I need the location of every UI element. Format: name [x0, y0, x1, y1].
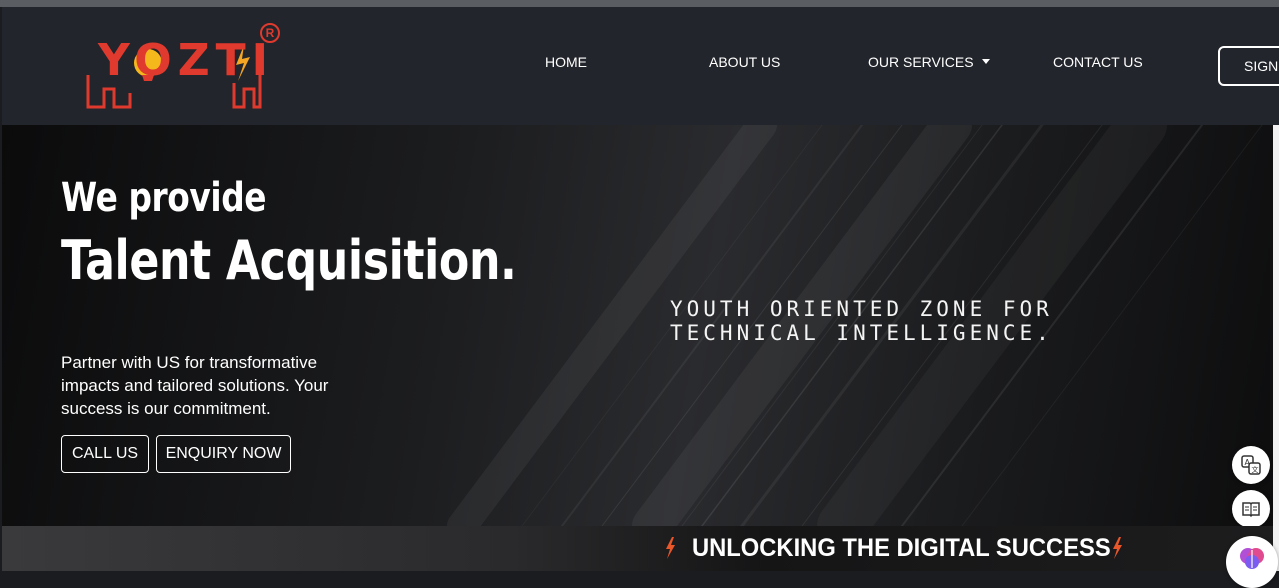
nav-our-services[interactable]: OUR SERVICES: [868, 54, 990, 70]
navbar: YOZTI R HOME ABOUT US OUR SERVICES CONTA…: [2, 7, 1279, 125]
hero-description: Partner with US for transformative impac…: [61, 353, 329, 418]
svg-text:A: A: [1245, 458, 1251, 467]
nav-home[interactable]: HOME: [545, 54, 587, 70]
chevron-down-icon: [981, 59, 990, 64]
enquiry-now-button[interactable]: ENQUIRY NOW: [156, 435, 291, 473]
marquee-text: UNLOCKING THE DIGITAL SUCCESS: [692, 534, 1111, 562]
marquee-band: UNLOCKING THE DIGITAL SUCCESS: [2, 526, 1273, 571]
sign-in-button[interactable]: SIGN: [1218, 46, 1279, 86]
bolt-icon: [666, 537, 675, 559]
hero-tagline: YOUTH ORIENTED ZONE FOR TECHNICAL INTELL…: [670, 297, 1053, 345]
brain-icon: [1240, 548, 1264, 569]
hero-intro: We provide: [61, 175, 267, 221]
hero-banner: We provide Talent Acquisition. Partner w…: [2, 125, 1273, 526]
reader-icon: [1242, 502, 1260, 518]
call-us-button[interactable]: CALL US: [61, 435, 149, 473]
nav-our-services-label: OUR SERVICES: [868, 54, 974, 70]
window-top-strip: [0, 0, 1279, 7]
ai-assistant-button[interactable]: [1226, 536, 1278, 588]
page-scrollbar[interactable]: [1273, 125, 1279, 571]
bolt-icon: [1113, 537, 1122, 559]
translate-button[interactable]: A 文: [1232, 446, 1270, 484]
translate-icon: A 文: [1241, 455, 1261, 475]
hero-headline: Talent Acquisition.: [61, 229, 517, 292]
nav-contact-us[interactable]: CONTACT US: [1053, 54, 1143, 70]
svg-text:文: 文: [1252, 465, 1259, 474]
main-nav: HOME ABOUT US OUR SERVICES CONTACT US: [2, 7, 1279, 125]
nav-about-us[interactable]: ABOUT US: [709, 54, 780, 70]
reader-mode-button[interactable]: [1232, 490, 1270, 528]
